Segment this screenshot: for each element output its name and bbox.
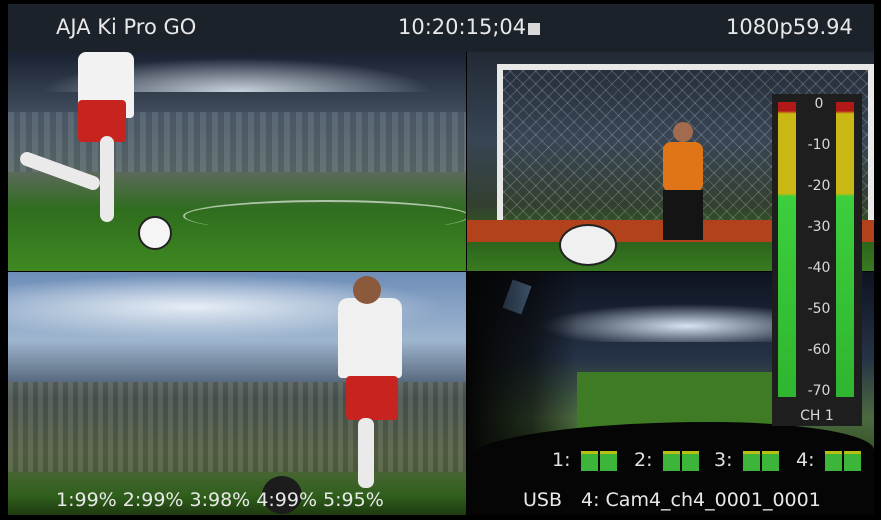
audio-level-square: [663, 451, 680, 471]
audio-level-square: [743, 451, 760, 471]
soccer-ball: [138, 216, 172, 250]
player-head: [353, 276, 381, 304]
meter-scale-label: -70: [807, 383, 831, 399]
player-leg: [358, 418, 374, 488]
goalkeeper-head: [673, 122, 693, 142]
meter-scale-label: -60: [807, 342, 831, 358]
meter-scale-label: -10: [807, 137, 831, 153]
audio-level-square: [844, 451, 861, 471]
audio-level-square: [682, 451, 699, 471]
input-indicator-1: 1:: [552, 449, 624, 473]
channel-label: CH 1: [800, 408, 834, 424]
meter-scale-label: -40: [807, 260, 831, 276]
meter-scale-label: -20: [807, 178, 831, 194]
soccer-ball: [559, 224, 617, 266]
meter-scale-label: -30: [807, 219, 831, 235]
input-label: 3:: [714, 449, 733, 471]
audio-level-square: [825, 451, 842, 471]
meter-scale-label: 0: [814, 96, 824, 112]
video-format: 1080p59.94: [726, 15, 853, 39]
record-stop-icon: [528, 23, 540, 35]
goalkeeper-legs: [663, 190, 703, 240]
audio-level-meter: 0 -10 -20 -30 -40 -50 -60 -70 CH 1: [772, 94, 862, 426]
audio-meter-bar-right: [836, 102, 854, 397]
player-shorts: [78, 100, 126, 142]
input-label: 4:: [796, 449, 815, 471]
fan-silhouette-left: [467, 272, 577, 515]
meter-scale-label: -50: [807, 301, 831, 317]
input-label: 2:: [634, 449, 653, 471]
input-label: 1:: [552, 449, 571, 471]
device-name: AJA Ki Pro GO: [56, 15, 197, 39]
stadium-lights: [8, 52, 466, 92]
player-leg: [100, 136, 114, 222]
audio-level-square: [600, 451, 617, 471]
player-shirt: [338, 298, 402, 378]
media-type: USB: [523, 489, 563, 511]
pitch-line: [183, 200, 466, 232]
player-shorts: [346, 376, 398, 420]
audio-level-square: [762, 451, 779, 471]
ki-pro-go-multiview: AJA Ki Pro GO 10:20:15;04 1080p59.94 0 -…: [0, 0, 881, 520]
input-indicator-4: 4:: [796, 449, 868, 473]
input-3-preview[interactable]: [8, 272, 466, 515]
crowd-stands: [8, 112, 466, 172]
timecode: 10:20:15;04: [398, 15, 527, 39]
input-indicator-2: 2:: [634, 449, 706, 473]
audio-level-square: [581, 451, 598, 471]
media-status: 1:99% 2:99% 3:98% 4:99% 5:95%: [56, 489, 384, 511]
input-indicator-3: 3:: [714, 449, 786, 473]
clip-name: 4: Cam4_ch4_0001_0001: [581, 489, 821, 511]
audio-meter-bar-left: [778, 102, 796, 397]
goalkeeper-shirt: [663, 142, 703, 192]
input-1-preview[interactable]: [8, 52, 466, 271]
status-bar: AJA Ki Pro GO 10:20:15;04 1080p59.94: [8, 4, 874, 52]
